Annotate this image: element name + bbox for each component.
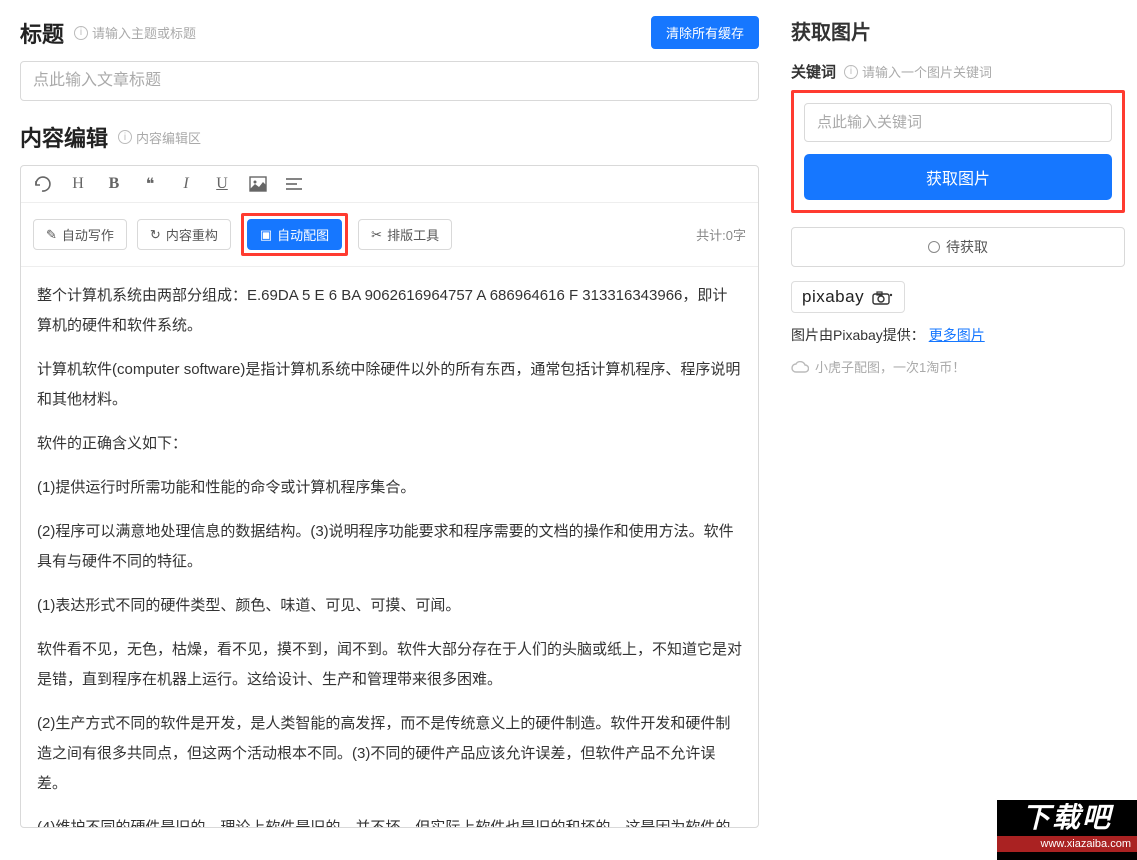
circle-icon xyxy=(928,241,940,253)
pending-button[interactable]: 待获取 xyxy=(791,227,1125,267)
underline-icon[interactable]: U xyxy=(213,175,231,193)
title-section-header: 标题 i 请输入主题或标题 清除所有缓存 xyxy=(20,16,759,49)
auto-image-button[interactable]: ▣ 自动配图 xyxy=(247,219,342,250)
content-paragraph: (1)提供运行时所需功能和性能的命令或计算机程序集合。 xyxy=(37,473,742,503)
info-icon: i xyxy=(118,130,132,144)
cloud-icon xyxy=(791,361,809,373)
title-hint: 请输入主题或标题 xyxy=(92,23,196,42)
highlight-annotation: 获取图片 xyxy=(791,90,1125,213)
footer-note: 小虎子配图，一次1淘币！ xyxy=(791,357,1125,376)
content-paragraph: (2)程序可以满意地处理信息的数据结构。(3)说明程序功能要求和程序需要的文档的… xyxy=(37,517,742,577)
keyword-label: 关键词 xyxy=(791,61,836,82)
word-count: 共计:0字 xyxy=(696,225,746,244)
content-paragraph: 软件的正确含义如下： xyxy=(37,429,742,459)
image-icon[interactable] xyxy=(249,176,267,192)
content-paragraph: (1)表达形式不同的硬件类型、颜色、味道、可见、可摸、可闻。 xyxy=(37,591,742,621)
picture-icon: ▣ xyxy=(260,227,272,243)
pending-label: 待获取 xyxy=(946,237,988,257)
editor-section-header: 内容编辑 i 内容编辑区 xyxy=(20,121,759,153)
get-image-title: 获取图片 xyxy=(791,16,1125,45)
keyword-input[interactable] xyxy=(804,103,1112,142)
refresh-icon: ↻ xyxy=(150,227,161,243)
camera-icon xyxy=(872,287,894,306)
layout-tool-button[interactable]: ✂ 排版工具 xyxy=(358,219,452,250)
title-label: 标题 xyxy=(20,17,64,49)
auto-write-label: 自动写作 xyxy=(62,225,114,244)
fetch-image-button[interactable]: 获取图片 xyxy=(804,154,1112,200)
heading-icon[interactable]: H xyxy=(69,175,87,193)
content-paragraph: (2)生产方式不同的软件是开发，是人类智能的高发挥，而不是传统意义上的硬件制造。… xyxy=(37,709,742,799)
align-icon[interactable] xyxy=(285,177,303,191)
content-paragraph: 计算机软件(computer software)是指计算机系统中除硬件以外的所有… xyxy=(37,355,742,415)
italic-icon[interactable]: I xyxy=(177,175,195,193)
content-paragraph: (4)维护不同的硬件是旧的，理论上软件是旧的，并不坏，但实际上软件也是旧的和坏的… xyxy=(37,813,742,827)
editor-content[interactable]: 整个计算机系统由两部分组成：E.69DA 5 E 6 BA 9062616964… xyxy=(21,267,758,827)
editor-container: H B ❝ I U ✎ 自动写作 ↻ 内容重构 xyxy=(20,165,759,828)
pixabay-badge: pixabay xyxy=(791,281,905,313)
keyword-hint: 请输入一个图片关键词 xyxy=(862,62,992,81)
image-credit: 图片由Pixabay提供： 更多图片 xyxy=(791,325,1125,345)
editor-label: 内容编辑 xyxy=(20,121,108,153)
footer-note-text: 小虎子配图，一次1淘币！ xyxy=(815,357,965,376)
keyword-label-row: 关键词 i 请输入一个图片关键词 xyxy=(791,61,1125,82)
credit-prefix: 图片由Pixabay提供： xyxy=(791,327,925,343)
pencil-icon: ✎ xyxy=(46,227,57,243)
restructure-label: 内容重构 xyxy=(166,225,218,244)
tools-icon: ✂ xyxy=(371,227,382,243)
content-paragraph: 软件看不见，无色，枯燥，看不见，摸不到，闻不到。软件大部分存在于人们的头脑或纸上… xyxy=(37,635,742,695)
clear-cache-button[interactable]: 清除所有缓存 xyxy=(651,16,759,49)
more-images-link[interactable]: 更多图片 xyxy=(929,327,985,343)
auto-write-button[interactable]: ✎ 自动写作 xyxy=(33,219,127,250)
watermark-url: www.xiazaiba.com xyxy=(997,836,1137,852)
format-toolbar: H B ❝ I U xyxy=(21,166,758,203)
watermark: 下载吧 www.xiazaiba.com xyxy=(997,800,1137,860)
content-paragraph: 整个计算机系统由两部分组成：E.69DA 5 E 6 BA 9062616964… xyxy=(37,281,742,341)
info-icon: i xyxy=(844,65,858,79)
article-title-input[interactable] xyxy=(20,61,759,101)
quote-icon[interactable]: ❝ xyxy=(141,174,159,194)
editor-hint: 内容编辑区 xyxy=(136,128,201,147)
restructure-button[interactable]: ↻ 内容重构 xyxy=(137,219,231,250)
layout-tool-label: 排版工具 xyxy=(387,225,439,244)
undo-icon[interactable] xyxy=(33,176,51,192)
watermark-text: 下载吧 xyxy=(997,800,1137,836)
bold-icon[interactable]: B xyxy=(105,175,123,193)
action-toolbar: ✎ 自动写作 ↻ 内容重构 ▣ 自动配图 ✂ 排版工具 共计:0字 xyxy=(21,203,758,267)
info-icon: i xyxy=(74,26,88,40)
pixabay-text: pixabay xyxy=(802,287,864,306)
highlight-annotation: ▣ 自动配图 xyxy=(241,213,348,256)
auto-image-label: 自动配图 xyxy=(277,225,329,244)
